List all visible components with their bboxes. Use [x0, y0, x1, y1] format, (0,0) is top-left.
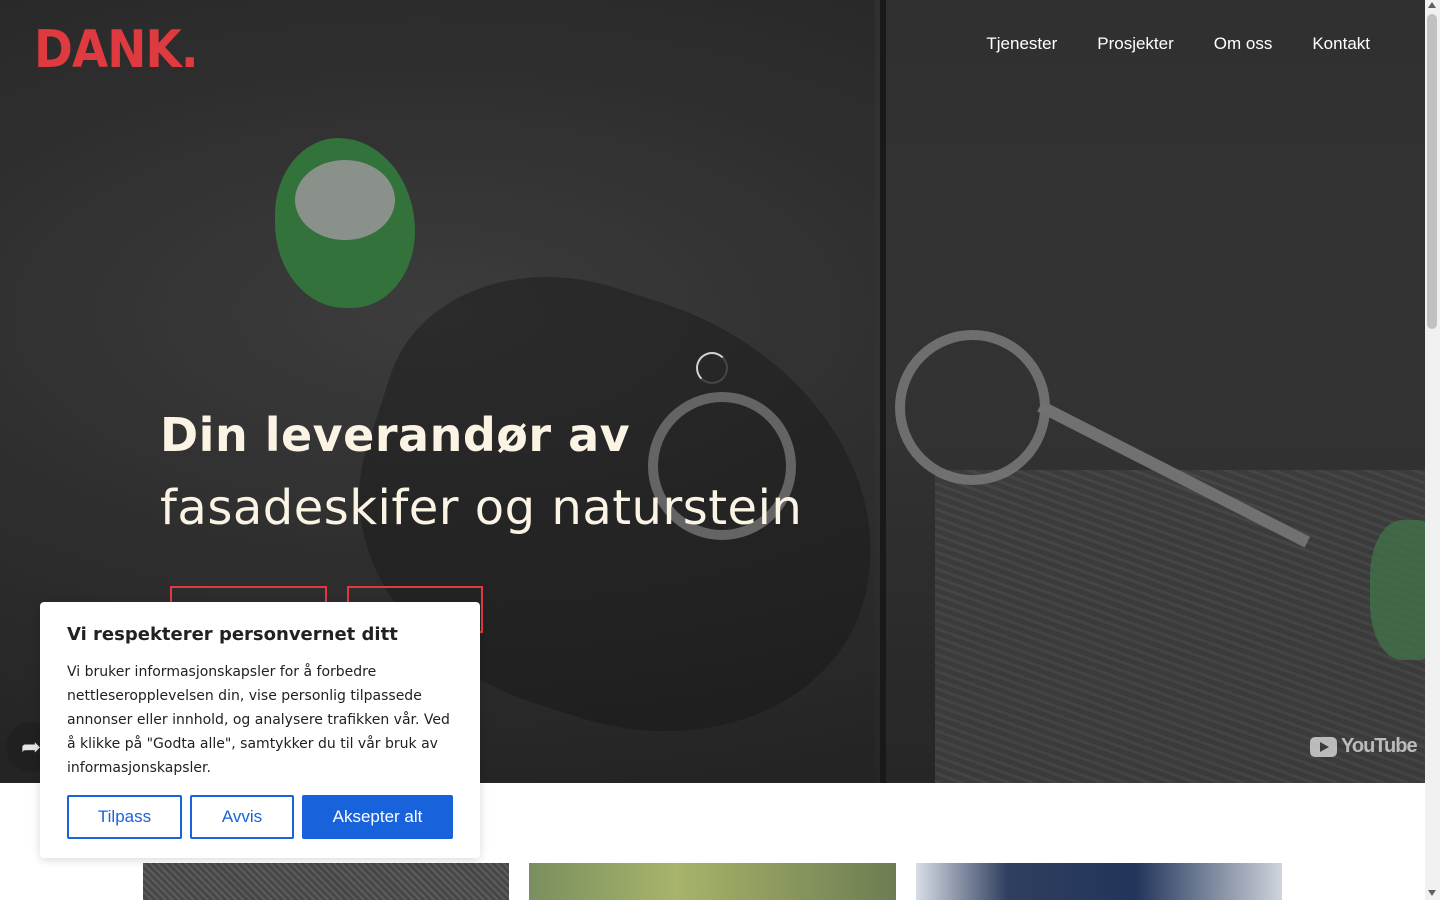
- youtube-logo-icon[interactable]: YouTube: [1310, 735, 1418, 758]
- nav-item-om-oss[interactable]: Om oss: [1214, 34, 1273, 54]
- nav-item-prosjekter[interactable]: Prosjekter: [1097, 34, 1174, 54]
- scroll-up-arrow-icon[interactable]: [1428, 2, 1436, 8]
- scroll-down-arrow-icon[interactable]: [1428, 890, 1436, 896]
- site-logo[interactable]: DANK.: [34, 20, 199, 80]
- service-card-image[interactable]: [916, 863, 1282, 900]
- cookie-accept-all-button[interactable]: Aksepter alt: [302, 795, 453, 839]
- service-card-image[interactable]: [143, 863, 509, 900]
- service-card-image[interactable]: [529, 863, 896, 900]
- main-nav: Tjenester Prosjekter Om oss Kontakt: [986, 34, 1370, 54]
- scrollbar-thumb[interactable]: [1427, 14, 1437, 329]
- nav-item-kontakt[interactable]: Kontakt: [1312, 34, 1370, 54]
- cookie-customize-button[interactable]: Tilpass: [67, 795, 182, 839]
- hero-headline: Din leverandør av: [160, 408, 631, 462]
- youtube-wordmark: YouTube: [1341, 735, 1418, 757]
- youtube-play-icon: [1310, 736, 1337, 757]
- page-scrollbar[interactable]: [1425, 0, 1440, 900]
- cookie-consent-dialog: Vi respekterer personvernet ditt Vi bruk…: [40, 602, 480, 858]
- page: DANK. Tjenester Prosjekter Om oss Kontak…: [0, 0, 1440, 900]
- cookie-title: Vi respekterer personvernet ditt: [67, 624, 398, 645]
- loading-spinner-icon: [696, 352, 728, 384]
- cookie-body: Vi bruker informasjonskapsler for å forb…: [67, 664, 450, 776]
- nav-item-tjenester[interactable]: Tjenester: [986, 34, 1057, 54]
- cookie-reject-button[interactable]: Avvis: [190, 795, 294, 839]
- hero-subheadline: fasadeskifer og naturstein: [160, 480, 803, 536]
